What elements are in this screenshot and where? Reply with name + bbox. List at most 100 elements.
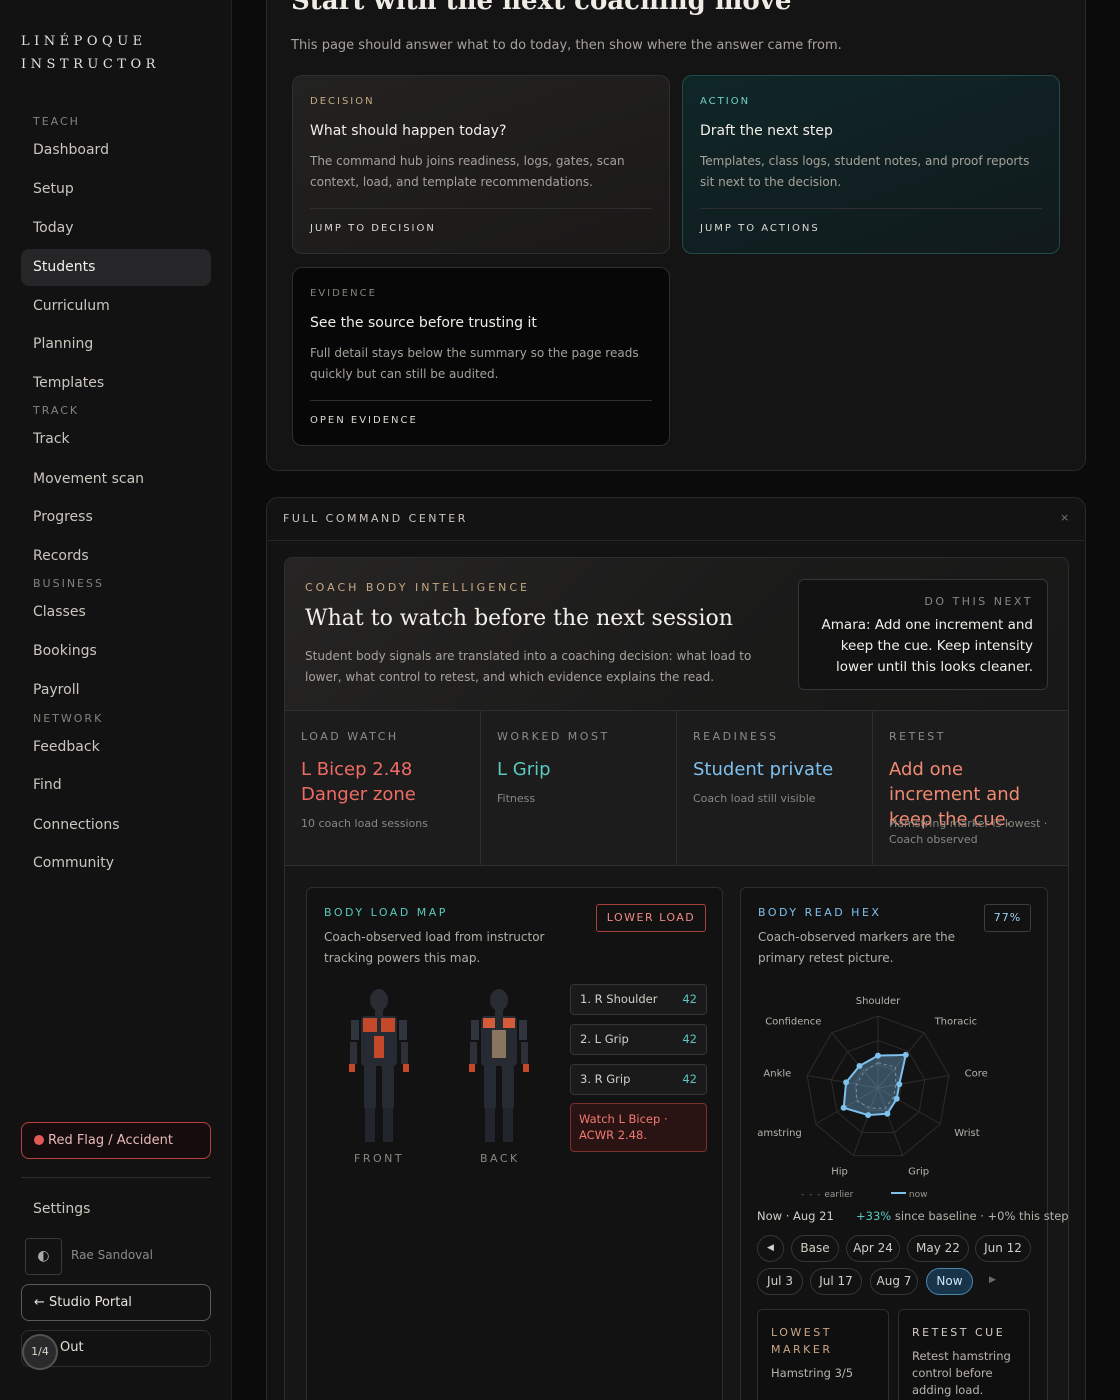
brand-line-1: LINÉPOQUE (21, 34, 147, 49)
evidence-desc: Full detail stays below the summary so t… (310, 346, 639, 381)
do-this-next-kicker: DO THIS NEXT (924, 595, 1033, 608)
dashed-line-icon: - - - (801, 1190, 822, 1200)
retest-cue-label: RETEST CUE (912, 1326, 1006, 1339)
lowest-marker-card: LOWEST MARKER Hamstring 3/5 (757, 1309, 889, 1400)
legend-earlier: - - - earlier (801, 1190, 853, 1200)
rank-label: 2. L Grip (580, 1032, 629, 1046)
load-rank-item[interactable]: 3. R Grip 42 (570, 1064, 707, 1095)
load-map-desc: Coach-observed load from instructor trac… (324, 930, 545, 965)
timeline-chip[interactable]: Jul 3 (757, 1268, 803, 1295)
lower-load-button[interactable]: LOWER LOAD (596, 904, 706, 932)
sidebar-item-records[interactable]: Records (21, 538, 211, 575)
radar-axis-label: Hip (831, 1167, 848, 1178)
brand-logo[interactable]: LINÉPOQUE INSTRUCTOR (21, 30, 160, 76)
metric-sub: 10 coach load sessions (301, 817, 428, 830)
sidebar-item-templates[interactable]: Templates (21, 365, 211, 402)
evidence-title: See the source before trusting it (310, 315, 537, 331)
sidebar-item-payroll[interactable]: Payroll (21, 672, 211, 709)
action-card[interactable]: ACTION Draft the next step Templates, cl… (682, 75, 1060, 254)
sidebar-item-dashboard[interactable]: Dashboard (21, 132, 211, 169)
sidebar: LINÉPOQUE INSTRUCTOR TEACH Dashboard Set… (0, 0, 232, 1400)
timeline-chip[interactable]: May 22 (907, 1235, 969, 1262)
sidebar-item-progress[interactable]: Progress (21, 499, 211, 536)
open-evidence-link[interactable]: OPEN EVIDENCE (310, 415, 418, 426)
radar-axis-label: Shoulder (856, 996, 901, 1007)
rank-label: 3. R Grip (580, 1072, 631, 1086)
radar-axis-label: Hamstring (757, 1128, 802, 1139)
metric-label: LOAD WATCH (301, 730, 399, 743)
theme-toggle-icon[interactable]: ◐ (25, 1238, 62, 1275)
body-front-figure[interactable] (349, 989, 409, 1142)
timeline-chip[interactable]: Aug 7 (870, 1268, 918, 1295)
intel-title: What to watch before the next session (305, 606, 733, 631)
jump-to-actions-link[interactable]: JUMP TO ACTIONS (700, 223, 820, 234)
sidebar-item-bookings[interactable]: Bookings (21, 633, 211, 670)
page-indicator[interactable]: 1/4 (22, 1334, 58, 1370)
sidebar-item-connections[interactable]: Connections (21, 807, 211, 844)
timeline-chip[interactable]: Jun 12 (975, 1235, 1031, 1262)
card-divider (310, 400, 652, 401)
timeline-prev-button[interactable]: ◀ (757, 1235, 784, 1262)
metric-sub: Hamstring marker is lowest · Coach obser… (889, 817, 1048, 846)
metric-value: L Grip (497, 759, 551, 780)
radar-now-point (875, 1052, 881, 1059)
timeline-chip-active[interactable]: Now (926, 1268, 973, 1295)
metric-worked-most: WORKED MOST L Grip Fitness (481, 711, 677, 866)
acwr-warning[interactable]: Watch L Bicep · ACWR 2.48. (570, 1103, 707, 1152)
action-desc: Templates, class logs, student notes, an… (700, 154, 1030, 189)
metric-label: READINESS (693, 730, 779, 743)
do-this-next-box: DO THIS NEXT Amara: Add one increment an… (798, 579, 1048, 690)
sidebar-item-today[interactable]: Today (21, 210, 211, 247)
card-divider (700, 208, 1042, 209)
sidebar-item-settings[interactable]: Settings (33, 1201, 90, 1217)
red-flag-button[interactable]: Red Flag / Accident (21, 1122, 211, 1159)
hex-delta-strong: +33% (856, 1209, 892, 1223)
load-map-title: BODY LOAD MAP (324, 906, 448, 919)
timeline-chip[interactable]: Apr 24 (846, 1235, 900, 1262)
metric-value: Student private (693, 759, 834, 780)
evidence-card[interactable]: EVIDENCE See the source before trusting … (292, 267, 670, 446)
radar-now-point (843, 1079, 850, 1086)
body-read-hex: BODY READ HEX Coach-observed markers are… (740, 887, 1068, 1400)
page-subtitle: This page should answer what to do today… (291, 38, 842, 53)
decision-card[interactable]: DECISION What should happen today? The c… (292, 75, 670, 254)
metric-sub: Fitness (497, 792, 536, 805)
metric-readiness: READINESS Student private Coach load sti… (677, 711, 873, 866)
sidebar-item-classes[interactable]: Classes (21, 594, 211, 631)
body-back-figure[interactable] (469, 989, 529, 1142)
sidebar-item-find[interactable]: Find (21, 767, 211, 804)
timeline-chip[interactable]: Jul 17 (810, 1268, 862, 1295)
radar-now-point (893, 1095, 900, 1102)
card-divider (310, 208, 652, 209)
action-kicker: ACTION (700, 96, 751, 107)
intel-desc: Student body signals are translated into… (305, 649, 752, 684)
load-rank-item[interactable]: 1. R Shoulder 42 (570, 984, 707, 1015)
command-center-title[interactable]: FULL COMMAND CENTER (283, 512, 468, 525)
close-icon[interactable]: × (1060, 511, 1069, 524)
hex-desc: Coach-observed markers are the primary r… (758, 930, 956, 965)
decision-title: What should happen today? (310, 123, 507, 139)
lowest-marker-value: Hamstring 3/5 (771, 1366, 854, 1380)
decision-kicker: DECISION (310, 96, 375, 107)
sidebar-item-track[interactable]: Track (21, 421, 211, 458)
coach-body-intelligence: COACH BODY INTELLIGENCE What to watch be… (284, 557, 1069, 1400)
timeline-chip[interactable]: Base (791, 1235, 839, 1262)
front-label: FRONT (354, 1152, 405, 1165)
sidebar-item-movement-scan[interactable]: Movement scan (21, 461, 211, 498)
metric-value: L Bicep 2.48 Danger zone (301, 759, 416, 805)
sidebar-item-setup[interactable]: Setup (21, 171, 211, 208)
sidebar-item-planning[interactable]: Planning (21, 326, 211, 363)
jump-to-decision-link[interactable]: JUMP TO DECISION (310, 223, 436, 234)
sidebar-item-feedback[interactable]: Feedback (21, 729, 211, 766)
timeline-next-button[interactable]: ▶ (979, 1268, 1006, 1295)
radar-now-point (865, 1112, 872, 1119)
body-figures (349, 989, 529, 1142)
radar-axis-label: Wrist (954, 1128, 980, 1139)
do-this-next-text: Amara: Add one increment and keep the cu… (821, 617, 1033, 675)
load-rank-item[interactable]: 2. L Grip 42 (570, 1024, 707, 1055)
sidebar-item-community[interactable]: Community (21, 845, 211, 882)
sidebar-item-students[interactable]: Students (21, 249, 211, 286)
sidebar-item-curriculum[interactable]: Curriculum (21, 288, 211, 325)
studio-portal-button[interactable]: ← Studio Portal (21, 1284, 211, 1321)
retest-cue-value: Retest hamstring control before adding l… (912, 1349, 1011, 1397)
